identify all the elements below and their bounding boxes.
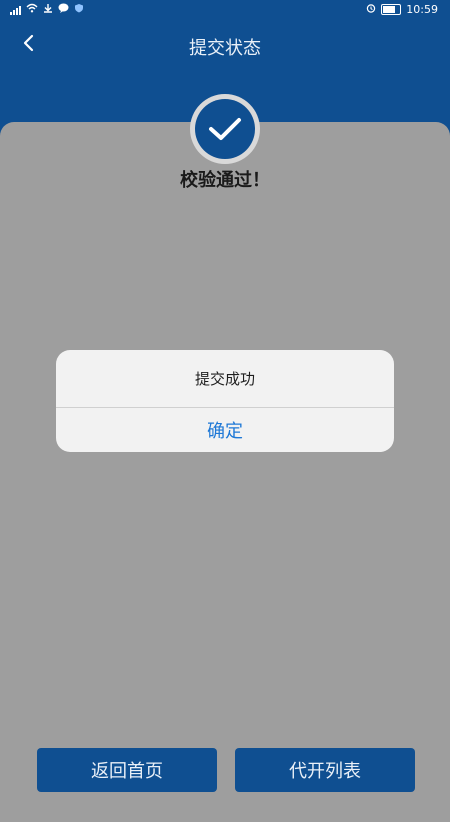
app-header: 提交状态 <box>0 22 450 68</box>
shield-icon <box>74 3 84 16</box>
invoice-list-button[interactable]: 代开列表 <box>235 748 415 792</box>
status-time: 10:59 <box>406 3 438 16</box>
page-title: 提交状态 <box>189 38 261 59</box>
signal-icon <box>10 5 21 15</box>
status-left-icons <box>10 3 84 16</box>
success-badge <box>190 94 260 164</box>
dialog-message: 提交成功 <box>194 370 255 388</box>
success-dialog: 提交成功 确定 <box>56 350 394 452</box>
check-circle-icon <box>195 99 255 159</box>
battery-icon <box>381 4 402 15</box>
alarm-icon <box>366 3 376 16</box>
confirm-button[interactable]: 确定 <box>56 408 394 452</box>
content-card <box>0 122 450 822</box>
status-bar: 10:59 <box>0 0 450 22</box>
verify-status-text: 校验通过！ <box>180 170 270 191</box>
message-icon <box>58 3 69 16</box>
return-home-button[interactable]: 返回首页 <box>37 748 217 792</box>
status-right-icons: 10:59 <box>366 3 438 16</box>
download-icon <box>43 3 53 16</box>
wifi-icon <box>26 3 38 16</box>
